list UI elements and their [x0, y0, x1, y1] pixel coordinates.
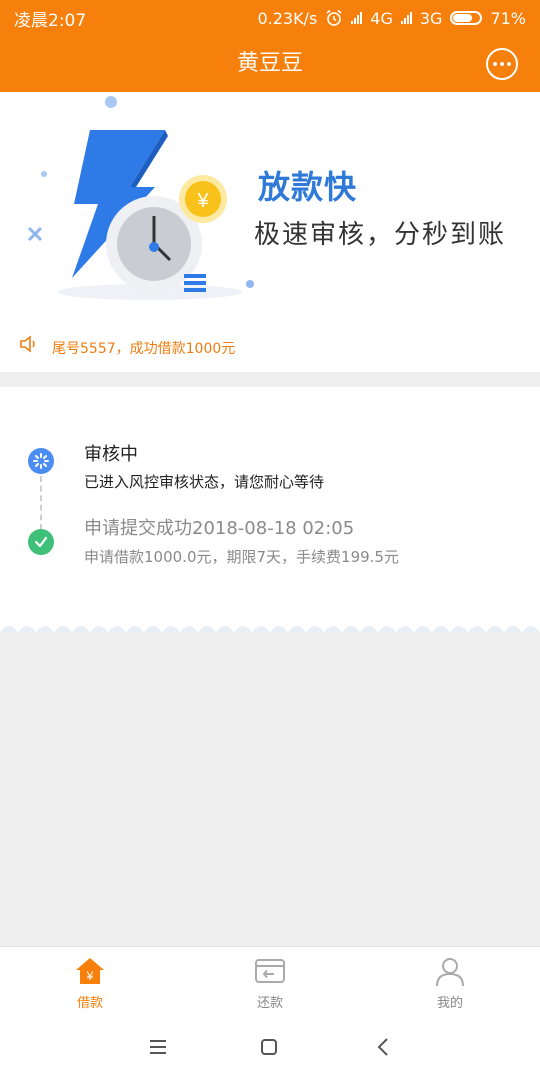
- loading-icon: [28, 448, 54, 474]
- promo-banner[interactable]: ¥ 放款快 极速审核，分秒到账 尾号5557，成功借款1000元: [0, 92, 540, 372]
- banner-title: 放款快: [258, 168, 358, 206]
- scallop-edge: [0, 615, 540, 633]
- signal-icon-2: [400, 12, 412, 24]
- timeline-connector: [40, 476, 42, 530]
- nav-tab-mine[interactable]: 我的: [360, 947, 540, 1017]
- system-nav-bar: [0, 1016, 540, 1080]
- home-square-icon[interactable]: [260, 1038, 278, 1056]
- ticker-text: 尾号5557，成功借款1000元: [52, 341, 236, 357]
- banner-subtitle: 极速审核，分秒到账: [254, 220, 507, 250]
- repay-card-icon: [255, 959, 285, 983]
- coin-symbol: ¥: [196, 190, 209, 212]
- back-icon[interactable]: [375, 1037, 391, 1057]
- alarm-icon: [326, 9, 342, 26]
- nav-label-borrow: 借款: [76, 996, 103, 1011]
- app-header: 黄豆豆: [0, 36, 540, 92]
- screen: 凌晨2:07 0.23K/s 4G 3G 71% 黄豆豆 ¥ 放款快 极速审核，…: [0, 0, 540, 1080]
- more-dot-icon: [500, 62, 504, 66]
- status-timeline: [0, 387, 540, 619]
- check-icon: [28, 529, 54, 555]
- more-button[interactable]: [486, 48, 518, 80]
- banner-illustration: ¥: [27, 96, 254, 300]
- decor-dot-icon: [41, 171, 47, 177]
- nav-tab-repay[interactable]: 还款: [180, 947, 360, 1017]
- more-dot-icon: [507, 62, 511, 66]
- home-yen-icon: ¥: [76, 958, 104, 984]
- more-dot-icon: [493, 62, 497, 66]
- step-submitted-desc: 申请借款1000.0元，期限7天，手续费199.5元: [84, 548, 399, 566]
- svg-text:¥: ¥: [86, 969, 94, 983]
- bottom-nav: ¥ 借款 还款 我的: [0, 946, 540, 1016]
- step-reviewing-desc: 已进入风控审核状态，请您耐心等待: [84, 473, 325, 491]
- decor-dot-icon: [246, 280, 254, 288]
- nav-tab-borrow[interactable]: ¥ 借款: [0, 947, 180, 1017]
- user-icon: [436, 958, 464, 987]
- battery-icon: [450, 11, 483, 25]
- speaker-icon: [20, 335, 35, 353]
- network-speed: 0.23K/s: [257, 8, 318, 28]
- page-title: 黄豆豆: [236, 51, 303, 76]
- status-bar: 凌晨2:07 0.23K/s 4G 3G 71%: [0, 0, 540, 36]
- status-indicators: 0.23K/s 4G 3G 71%: [257, 9, 526, 28]
- signal-icon: [351, 12, 363, 24]
- step-reviewing-title: 审核中: [84, 444, 138, 465]
- status-time: 凌晨2:07: [14, 10, 87, 31]
- battery-percent: 71%: [490, 8, 526, 28]
- nav-label-mine: 我的: [436, 996, 463, 1011]
- decor-dot-icon: [105, 96, 117, 108]
- network-type-1: 4G: [370, 8, 393, 28]
- announcement-ticker: 尾号5557，成功借款1000元: [18, 330, 235, 358]
- decor-cross-icon: [27, 226, 43, 242]
- menu-icon[interactable]: [148, 1038, 168, 1056]
- step-submitted-title: 申请提交成功2018-08-18 02:05: [84, 518, 355, 539]
- nav-label-repay: 还款: [256, 996, 283, 1011]
- network-type-2: 3G: [419, 8, 443, 28]
